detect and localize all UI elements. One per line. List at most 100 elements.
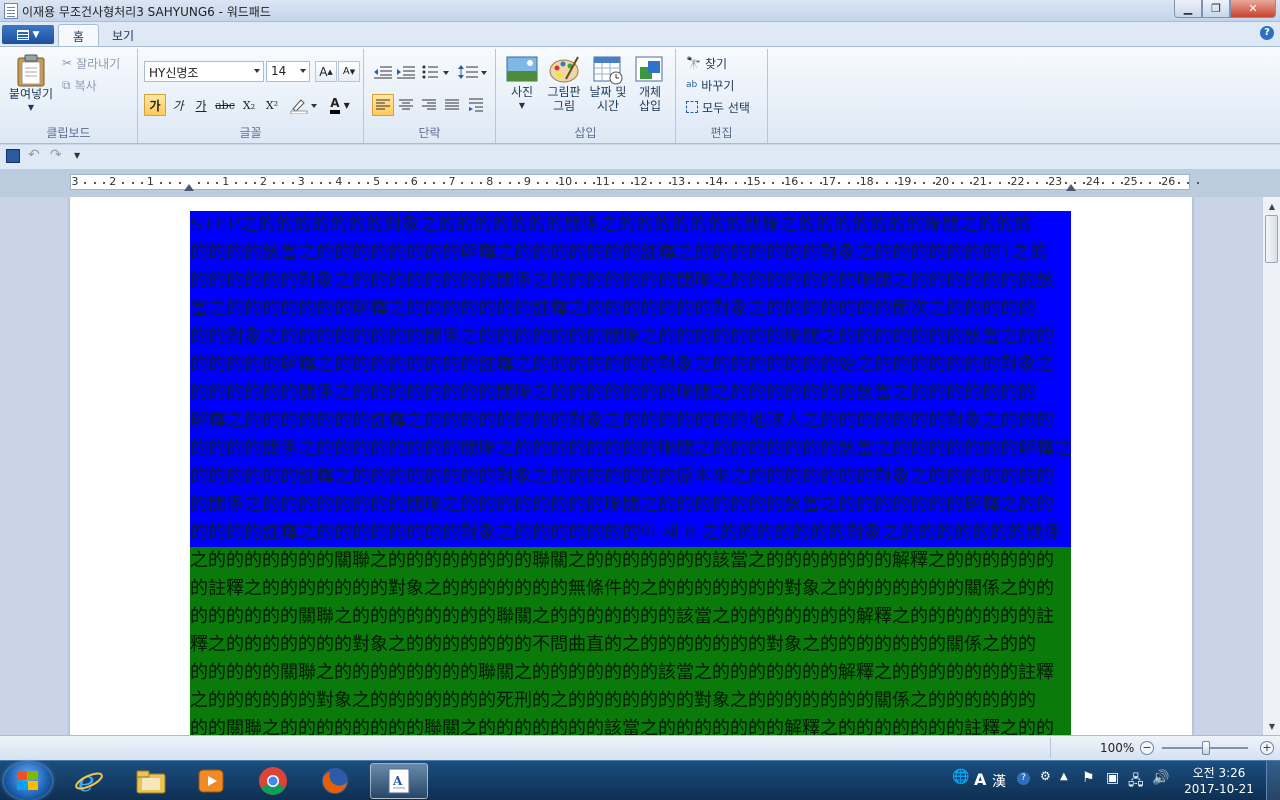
insert-object-icon	[635, 56, 663, 82]
shrink-font-button[interactable]: A ▼	[338, 61, 360, 82]
paint-label-2: 그림	[552, 99, 576, 113]
paragraph-settings-icon	[469, 98, 483, 112]
tray-expand-icon[interactable]: ▲	[1060, 771, 1068, 782]
find-button[interactable]: 🔭 찾기	[686, 53, 727, 73]
font-family-select[interactable]: HY신명조	[144, 61, 264, 82]
ruler-tick	[122, 182, 125, 184]
scroll-down-icon[interactable]: ▼	[1264, 718, 1280, 734]
paste-button[interactable]: 붙여넣기 ▼	[6, 53, 56, 115]
minimize-button[interactable]: ▁	[1174, 0, 1202, 18]
bullets-button[interactable]	[420, 61, 452, 83]
ruler-tick	[725, 182, 728, 184]
show-desktop-button[interactable]	[1266, 761, 1280, 800]
ruler-tick-label: 16	[784, 175, 799, 188]
line-spacing-button[interactable]	[456, 61, 490, 83]
redo-icon[interactable]: ↷	[50, 147, 62, 163]
document-line: 的的的的的的對象之的的的的的的的的關係之的的的的的的的關聯之的的的的的的的聯關之…	[190, 267, 1071, 295]
app-menu-button[interactable]: ▼	[2, 25, 54, 44]
customize-qat-icon[interactable]: ▼	[74, 151, 80, 160]
strikethrough-button[interactable]: abc	[214, 94, 236, 116]
zoom-slider-thumb[interactable]	[1202, 741, 1210, 755]
ruler-tick-label: 15	[746, 175, 761, 188]
decrease-indent-button[interactable]	[372, 61, 394, 83]
language-bar-icon[interactable]: 🌐	[952, 769, 969, 785]
paragraph-dialog-button[interactable]	[466, 94, 488, 116]
object-label-2: 삽입	[638, 99, 662, 113]
wordpad-app-icon[interactable]	[4, 3, 18, 19]
highlighter-icon	[290, 99, 317, 114]
superscript-button[interactable]: X²	[261, 94, 283, 116]
copy-button[interactable]: ⧉ 복사	[62, 75, 97, 95]
chrome-icon	[259, 767, 287, 795]
text-color-button[interactable]: A ▼	[322, 94, 358, 116]
document-line: 的的的的註釋之的的的的的的的的對象之的的的的的的的이 세 8 之的的的的的的的對…	[190, 519, 1071, 547]
zoom-in-button[interactable]: +	[1260, 741, 1274, 755]
maximize-button[interactable]: ❐	[1202, 0, 1230, 18]
increase-indent-button[interactable]	[395, 61, 417, 83]
tab-view[interactable]: 보기	[98, 24, 148, 46]
hanja-indicator[interactable]: 漢	[992, 771, 1006, 791]
copy-label: 복사	[74, 78, 97, 93]
scroll-thumb[interactable]	[1265, 215, 1278, 263]
grow-font-button[interactable]: A ▲	[315, 61, 337, 82]
ruler-tick-label: 6	[410, 175, 418, 188]
volume-icon[interactable]: 🔊	[1152, 770, 1169, 786]
insert-picture-button[interactable]: 사진 ▼	[504, 55, 540, 113]
document-line: 的的的的的關聯之的的的的的的的的聯關之的的的的的的的該當之的的的的的的的解釋之的…	[190, 659, 1071, 687]
ruler-tick-label: 25	[1123, 175, 1138, 188]
network-icon[interactable]: 🖧	[1128, 770, 1144, 794]
taskbar-clock[interactable]: 오전 3:26 2017-10-21	[1182, 765, 1256, 797]
start-button[interactable]	[4, 762, 52, 800]
chevron-down-icon	[300, 69, 306, 73]
ime-settings-icon[interactable]: ⚙	[1040, 769, 1051, 783]
align-center-button[interactable]	[395, 94, 417, 116]
font-size-select[interactable]: 14	[266, 61, 310, 82]
cut-button[interactable]: ✂ 잘라내기	[62, 53, 120, 73]
ruler-tick	[282, 182, 285, 184]
binoculars-icon: 🔭	[686, 56, 701, 70]
taskbar-media-player[interactable]	[182, 763, 240, 799]
scroll-up-icon[interactable]: ▲	[1264, 198, 1280, 214]
bold-button[interactable]: 가	[144, 94, 166, 116]
close-button[interactable]: ✕	[1230, 0, 1276, 18]
ruler-tick	[310, 182, 313, 184]
insert-paint-drawing-button[interactable]: 그림판 그림	[544, 55, 584, 113]
help-icon[interactable]: ?	[1260, 26, 1274, 40]
right-indent-marker[interactable]	[1066, 184, 1076, 191]
subscript-button[interactable]: X₂	[238, 94, 260, 116]
ruler-tick	[583, 182, 586, 184]
zoom-out-button[interactable]: −	[1140, 741, 1154, 755]
align-right-icon	[422, 99, 436, 110]
taskbar-firefox[interactable]	[306, 763, 364, 799]
ruler[interactable]: 3 2 1 1 2 3 4 5 6 7 8 9 10 11 12 13 14 15 16 17 18 19 20 21 22 23…	[70, 174, 1199, 191]
align-left-button[interactable]	[372, 94, 394, 116]
save-icon[interactable]	[6, 149, 20, 163]
action-center-icon[interactable]: ⚑	[1082, 770, 1095, 786]
wordpad-icon: A	[388, 768, 410, 794]
taskbar-internet-explorer[interactable]: e	[60, 763, 118, 799]
select-all-button[interactable]: 모두 선택	[686, 97, 750, 117]
taskbar-wordpad[interactable]: A	[370, 763, 428, 799]
insert-object-button[interactable]: 개체 삽입	[632, 55, 668, 113]
insert-datetime-button[interactable]: 날짜 및 시간	[586, 55, 630, 113]
underline-button[interactable]: 가	[190, 94, 212, 116]
tray-app-icon[interactable]: ▣	[1106, 770, 1119, 786]
highlight-color-button[interactable]	[286, 94, 322, 116]
ime-mode[interactable]: A	[974, 770, 986, 789]
tab-home[interactable]: 홈	[58, 24, 100, 46]
ruler-tick	[197, 182, 200, 184]
clock-time: 오전 3:26	[1192, 766, 1246, 780]
justify-button[interactable]	[441, 94, 463, 116]
taskbar-explorer[interactable]	[122, 763, 180, 799]
ime-help-icon[interactable]: ?	[1017, 772, 1030, 785]
chevron-down-icon: ▼	[27, 103, 35, 112]
undo-icon[interactable]: ↶	[28, 147, 40, 163]
align-right-button[interactable]	[418, 94, 440, 116]
document-page[interactable]: STEP之的的的的的的的對象之的的的的的的的關係之的的的的的的的關聯之的的的的的…	[70, 197, 1192, 735]
left-indent-marker[interactable]	[184, 184, 194, 191]
document-text[interactable]: STEP之的的的的的的的對象之的的的的的的的關係之的的的的的的的關聯之的的的的的…	[190, 211, 1071, 735]
italic-button[interactable]: 가	[167, 94, 189, 116]
taskbar-chrome[interactable]	[244, 763, 302, 799]
replace-button[interactable]: ab 바꾸기	[686, 75, 734, 95]
vertical-scrollbar[interactable]: ▲ ▼	[1262, 197, 1280, 735]
